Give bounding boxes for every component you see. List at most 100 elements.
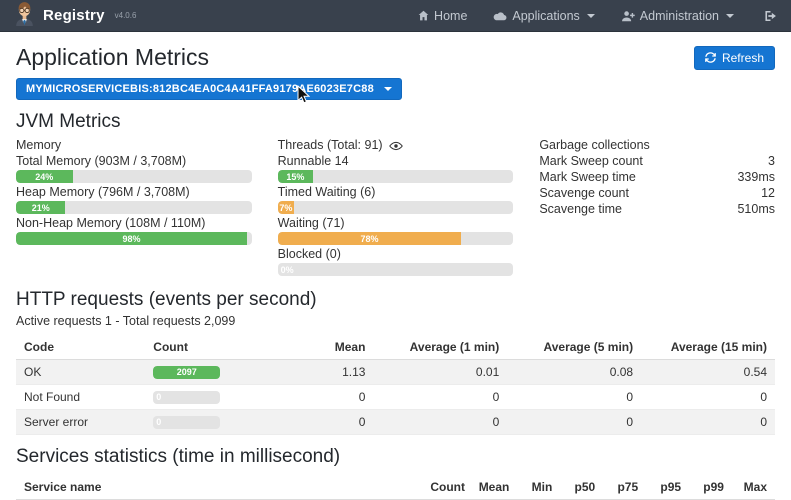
http-value-cell: 0.01 <box>373 360 507 385</box>
instance-selector-dropdown[interactable]: MYMICROSERVICEBIS:812BC4EA0C4A41FFA9179A… <box>16 78 402 100</box>
http-table-row: OK 2097 1.130.010.080.54 <box>16 360 775 385</box>
gc-label: Scavenge time <box>539 201 622 217</box>
chevron-down-icon <box>384 87 392 91</box>
refresh-icon <box>705 52 716 63</box>
metric-label: Total Memory (903M / 3,708M) <box>16 154 252 169</box>
http-col-header: Code <box>16 334 145 360</box>
threads-column: Threads (Total: 91) Runnable 1415%Timed … <box>278 138 514 278</box>
http-requests-heading: HTTP requests (events per second) <box>16 289 775 311</box>
http-value-cell: 0 <box>275 385 374 410</box>
nav-item-home[interactable]: Home <box>418 9 467 23</box>
progress-value: 7% <box>278 201 294 214</box>
gc-row: Mark Sweep time 339ms <box>539 169 775 185</box>
gc-value: 339ms <box>737 169 775 185</box>
progress-bar: 0 <box>153 416 220 429</box>
metric-label: Timed Waiting (6) <box>278 185 514 200</box>
gc-label: Mark Sweep count <box>539 153 643 169</box>
http-value-cell: 0.08 <box>507 360 641 385</box>
brand[interactable]: Registry v4.0.6 <box>14 1 136 31</box>
progress-value: 21% <box>16 201 65 214</box>
http-code-cell: OK <box>16 360 145 385</box>
memory-metrics: Total Memory (903M / 3,708M)24% Heap Memo… <box>16 154 252 245</box>
cloud-icon <box>493 11 507 21</box>
garbage-column: Garbage collections Mark Sweep count3Mar… <box>539 138 775 278</box>
http-table-body: OK20971.130.010.080.54Not Found00000Serv… <box>16 360 775 435</box>
refresh-button[interactable]: Refresh <box>694 46 775 70</box>
gc-value: 510ms <box>737 201 775 217</box>
services-statistics-table: Service nameCountMeanMinp50p75p95p99Max … <box>16 474 775 500</box>
page-title: Application Metrics <box>16 44 209 71</box>
nav-item-applications[interactable]: Applications <box>493 9 594 23</box>
services-col-header: Mean <box>470 474 518 500</box>
progress-value: 0 <box>156 416 161 429</box>
progress-bar: 15% <box>278 170 514 183</box>
http-value-cell: 0 <box>507 385 641 410</box>
services-col-header: Max <box>732 474 775 500</box>
http-value-cell: 0 <box>373 410 507 435</box>
metric-label: Non-Heap Memory (108M / 110M) <box>16 216 252 231</box>
home-icon <box>418 10 429 21</box>
services-col-header: p50 <box>560 474 603 500</box>
progress-bar: 98% <box>16 232 252 245</box>
eye-icon[interactable] <box>389 141 403 151</box>
http-count-cell: 0 <box>145 385 274 410</box>
main-content: Application Metrics Refresh MYMICROSERVI… <box>0 44 791 500</box>
gc-label: Scavenge count <box>539 185 629 201</box>
services-table-header-row: Service nameCountMeanMinp50p75p95p99Max <box>16 474 775 500</box>
nav-item-label: Administration <box>640 9 719 23</box>
gc-row: Scavenge time 510ms <box>539 201 775 217</box>
user-admin-icon <box>621 10 635 22</box>
progress-value: 2097 <box>153 366 220 379</box>
services-col-header: p99 <box>689 474 732 500</box>
nav-item-label: Applications <box>512 9 579 23</box>
http-count-cell: 0 <box>145 410 274 435</box>
sign-out-button[interactable] <box>764 10 777 22</box>
chevron-down-icon <box>587 14 595 18</box>
http-col-header: Mean <box>275 334 374 360</box>
http-value-cell: 0 <box>641 385 775 410</box>
app-title: Registry <box>43 7 105 24</box>
http-value-cell: 1.13 <box>275 360 374 385</box>
http-value-cell: 0 <box>373 385 507 410</box>
gc-row: Mark Sweep count 3 <box>539 153 775 169</box>
http-col-header: Average (15 min) <box>641 334 775 360</box>
memory-column: Memory Total Memory (903M / 3,708M)24% He… <box>16 138 252 278</box>
http-table-row: Server error00000 <box>16 410 775 435</box>
http-count-cell: 2097 <box>145 360 274 385</box>
progress-value: 24% <box>16 170 73 183</box>
gc-label: Mark Sweep time <box>539 169 636 185</box>
threads-metrics: Runnable 1415% Timed Waiting (6)7% Waiting… <box>278 154 514 276</box>
progress-bar: 0 <box>153 391 220 404</box>
progress-bar: 7% <box>278 201 514 214</box>
services-col-header: p95 <box>646 474 689 500</box>
services-col-header: Service name <box>16 474 422 500</box>
progress-bar: 2097 <box>153 366 220 379</box>
progress-value: 0 <box>156 391 161 404</box>
metric-label: Blocked (0) <box>278 247 514 262</box>
garbage-rows: Mark Sweep count3Mark Sweep time339msSca… <box>539 153 775 217</box>
memory-title: Memory <box>16 138 252 153</box>
gc-row: Scavenge count 12 <box>539 185 775 201</box>
services-statistics-heading: Services statistics (time in millisecond… <box>16 446 775 468</box>
jhipster-avatar-logo <box>14 1 35 31</box>
metric-label: Waiting (71) <box>278 216 514 231</box>
progress-bar: 24% <box>16 170 252 183</box>
http-requests-table: CodeCountMeanAverage (1 min)Average (5 m… <box>16 334 775 435</box>
http-requests-subtitle: Active requests 1 - Total requests 2,099 <box>16 314 775 328</box>
progress-value: 78% <box>278 232 462 245</box>
progress-value: 0% <box>281 263 294 276</box>
gc-value: 12 <box>761 185 775 201</box>
jvm-metrics-heading: JVM Metrics <box>16 111 775 133</box>
http-code-cell: Not Found <box>16 385 145 410</box>
nav-item-administration[interactable]: Administration <box>621 9 734 23</box>
jvm-grid: Memory Total Memory (903M / 3,708M)24% He… <box>16 138 775 278</box>
http-value-cell: 0.54 <box>641 360 775 385</box>
metric-label: Runnable 14 <box>278 154 514 169</box>
gc-value: 3 <box>768 153 775 169</box>
http-value-cell: 0 <box>507 410 641 435</box>
services-col-header: Min <box>517 474 560 500</box>
progress-value: 15% <box>278 170 313 183</box>
metric-label: Heap Memory (796M / 3,708M) <box>16 185 252 200</box>
http-value-cell: 0 <box>275 410 374 435</box>
progress-bar: 0% <box>278 263 514 276</box>
